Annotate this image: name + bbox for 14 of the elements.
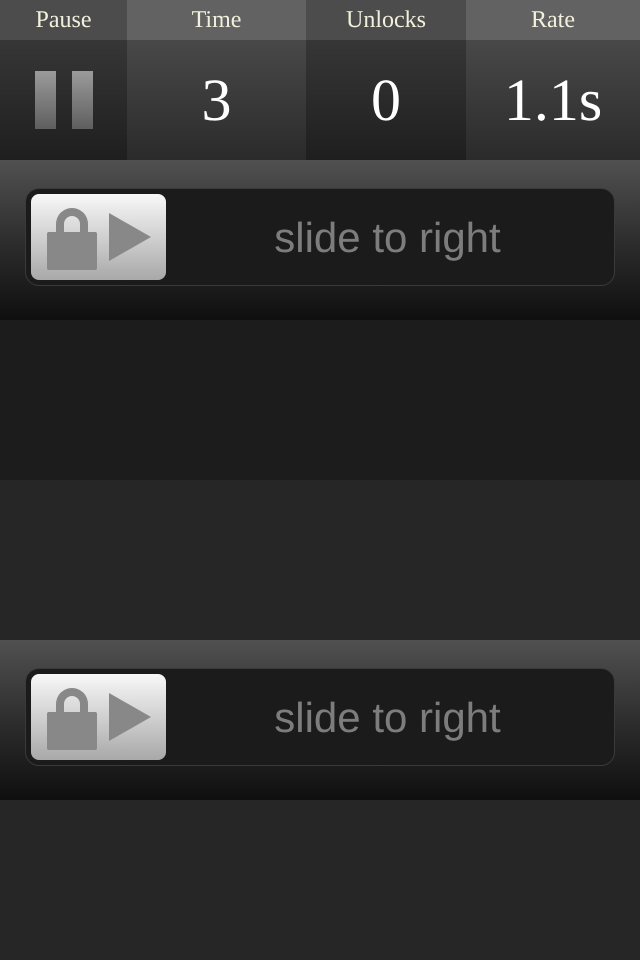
stat-value: 0 — [371, 66, 401, 135]
stat-label: Time — [192, 6, 242, 35]
pause-icon[interactable] — [34, 71, 92, 129]
slider-knob[interactable] — [31, 674, 166, 760]
stat-label: Rate — [531, 6, 575, 35]
slider-label: slide to right — [273, 692, 502, 743]
stat-value: 1.1s — [504, 66, 602, 135]
stat-label: Unlocks — [346, 6, 426, 35]
stat-label: Pause — [36, 6, 92, 35]
stat-value: 3 — [202, 66, 232, 135]
play-icon — [108, 213, 150, 261]
slider-knob[interactable] — [31, 194, 166, 280]
play-icon — [108, 693, 150, 741]
slider-label: slide to right — [273, 212, 502, 263]
